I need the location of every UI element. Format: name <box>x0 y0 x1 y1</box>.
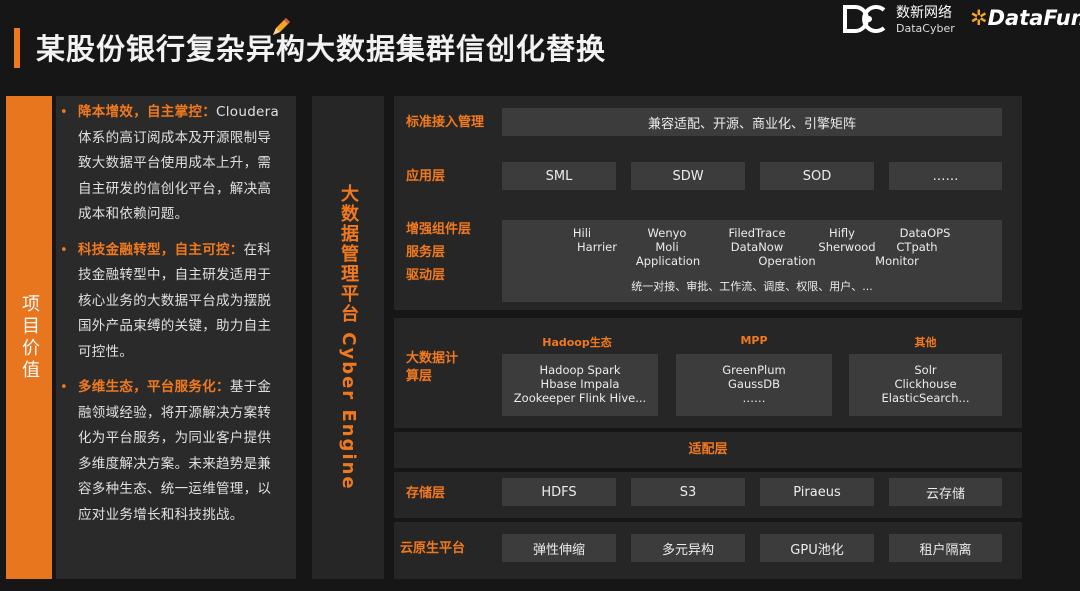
storage-item: Piraeus <box>760 478 874 506</box>
compute-item: Hbase Impala <box>540 377 620 391</box>
cloud-item: 多元异构 <box>631 534 745 562</box>
datafun-logo-text: DataFun. <box>987 6 1080 30</box>
compute-group-box: Solr Clickhouse ElasticSearch... <box>849 354 1002 416</box>
datacyber-logo-text: 数新网络 DataCyber <box>896 5 955 37</box>
compute-layer-group: 大数据计算层 Hadoop生态 Hadoop Spark Hbase Impal… <box>394 318 1022 428</box>
standard-access-box: 兼容适配、开源、商业化、引擎矩阵 <box>502 108 1002 136</box>
value-heading: 降本增效，自主掌控： <box>78 104 216 120</box>
enhance-components-box: Hili Wenyo FiledTrace Hifly DataOPS Harr… <box>502 220 1002 302</box>
value-body: 在科技金融转型中，自主研发适用于核心业务的大数据平台成为摆脱国外产品束缚的关键，… <box>78 241 272 360</box>
application-item: SDW <box>631 162 745 190</box>
datacyber-logo-icon <box>843 5 886 33</box>
compute-group-head: 其他 <box>914 336 937 349</box>
cloud-native-layer-group: 云原生平台 弹性伸缩 多元异构 GPU池化 租户隔离 <box>394 522 1022 579</box>
cloud-item: GPU池化 <box>760 534 874 562</box>
component-name: Wenyo <box>647 226 687 240</box>
title-accent-bar <box>14 28 20 68</box>
component-name: DataNow <box>730 240 784 254</box>
compute-group-box: GreenPlum GaussDB …… <box>676 354 832 416</box>
compute-group-box: Hadoop Spark Hbase Impala Zookeeper Flin… <box>502 354 658 416</box>
standard-access-label: 标准接入管理 <box>406 115 485 130</box>
storage-item: HDFS <box>502 478 616 506</box>
enhance-layer-label: 增强组件层 <box>406 222 472 237</box>
architecture-diagram: 标准接入管理 兼容适配、开源、商业化、引擎矩阵 应用层 SML SDW SOD … <box>394 96 1022 579</box>
platform-name-panel: 大数据管理平台 Cyber Engine <box>312 96 384 579</box>
component-name: Application <box>635 254 701 268</box>
value-text: • 科技金融转型，自主可控：在科技金融转型中，自主研发适用于核心业务的大数据平台成… <box>60 238 282 366</box>
value-panel: • 降本增效，自主掌控：Cloudera体系的高订阅成本及开源限制导致大数据平台使… <box>56 96 296 579</box>
component-name: DataOPS <box>899 226 951 240</box>
page-title: 某股份银行复杂异构大数据集群信创化替换 <box>36 32 607 66</box>
component-name: Operation <box>758 254 816 268</box>
storage-item: S3 <box>631 478 745 506</box>
component-name: Moli <box>655 240 679 254</box>
pencil-icon <box>273 18 290 35</box>
application-item: SOD <box>760 162 874 190</box>
compute-group-head: MPP <box>740 334 768 347</box>
value-heading: 多维生态，平台服务化： <box>78 379 230 395</box>
compute-item: Solr <box>914 363 937 377</box>
storage-layer-group: 存储层 HDFS S3 Piraeus 云存储 <box>394 472 1022 518</box>
compute-item: …… <box>742 391 766 405</box>
compute-group-head: Hadoop生态 <box>542 336 612 349</box>
project-value-tab: 项目价值 <box>6 96 52 579</box>
bullet-icon: • <box>60 105 68 120</box>
value-item: • 降本增效，自主掌控：Cloudera体系的高订阅成本及开源限制导致大数据平台使… <box>60 100 282 228</box>
compute-item: GaussDB <box>728 377 780 391</box>
cloud-item: 弹性伸缩 <box>502 534 616 562</box>
component-name: Monitor <box>875 254 919 268</box>
service-layer-label: 服务层 <box>406 245 446 260</box>
storage-layer-label: 存储层 <box>406 486 446 501</box>
project-value-label: 项目价值 <box>19 293 40 382</box>
application-item: …… <box>889 162 1002 190</box>
datacyber-logo-en: DataCyber <box>896 22 955 35</box>
value-text: • 多维生态，平台服务化：基于金融领域经验，将开源解决方案转化为平台服务，为同业客… <box>60 375 282 528</box>
component-name: Harrier <box>577 240 617 254</box>
compute-item: ElasticSearch... <box>881 391 970 405</box>
upper-layer-group: 标准接入管理 兼容适配、开源、商业化、引擎矩阵 应用层 SML SDW SOD … <box>394 96 1022 310</box>
compute-item: GreenPlum <box>722 363 786 377</box>
cloud-native-label: 云原生平台 <box>400 541 466 556</box>
component-name: Hili <box>572 226 592 240</box>
datafun-logo: ✲DataFun. <box>970 6 1080 30</box>
value-text: • 降本增效，自主掌控：Cloudera体系的高订阅成本及开源限制导致大数据平台使… <box>60 100 282 228</box>
value-item: • 科技金融转型，自主可控：在科技金融转型中，自主研发适用于核心业务的大数据平台成… <box>60 238 282 366</box>
cloud-item: 租户隔离 <box>889 534 1002 562</box>
component-name: FiledTrace <box>728 226 786 240</box>
value-heading: 科技金融转型，自主可控： <box>78 241 244 258</box>
value-body: 基于金融领域经验，将开源解决方案转化为平台服务，为同业客户提供多维度解决方案。未… <box>78 379 272 523</box>
driver-layer-label: 驱动层 <box>406 268 446 283</box>
compute-item: Clickhouse <box>894 377 957 391</box>
compute-layer-label: 大数据计算层 <box>406 351 459 384</box>
application-layer-label: 应用层 <box>406 169 446 184</box>
bullet-icon: • <box>60 380 68 395</box>
platform-name: 大数据管理平台 Cyber Engine <box>338 184 359 491</box>
datafun-mark-icon: ✲ <box>970 6 988 30</box>
adapt-layer-label: 适配层 <box>688 442 728 457</box>
compute-item: Hadoop Spark <box>539 363 621 377</box>
bullet-icon: • <box>60 242 68 258</box>
component-name: Hifly <box>829 226 855 240</box>
storage-item: 云存储 <box>889 478 1002 506</box>
component-name: CTpath <box>896 240 938 254</box>
enhance-footer: 统一对接、审批、工作流、调度、权限、用户、... <box>631 280 873 293</box>
value-body: Cloudera体系的高订阅成本及开源限制导致大数据平台使用成本上升，需自主研发… <box>78 104 280 222</box>
value-item: • 多维生态，平台服务化：基于金融领域经验，将开源解决方案转化为平台服务，为同业客… <box>60 375 282 528</box>
application-item: SML <box>502 162 616 190</box>
compute-item: Zookeeper Flink Hive... <box>513 391 647 405</box>
datacyber-logo-cn: 数新网络 <box>896 5 952 21</box>
